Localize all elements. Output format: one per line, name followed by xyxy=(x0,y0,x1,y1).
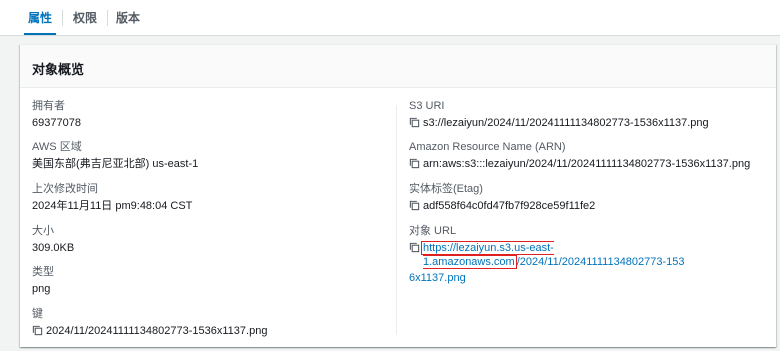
owner-value: 69377078 xyxy=(32,117,81,129)
copy-icon[interactable] xyxy=(409,242,420,253)
copy-icon[interactable] xyxy=(409,158,420,169)
column-divider xyxy=(396,105,397,335)
region-field: AWS 区域 美国东部(弗吉尼亚北部) us-east-1 xyxy=(32,140,198,171)
region-value: 美国东部(弗吉尼亚北部) us-east-1 xyxy=(32,158,199,170)
type-field: 类型 png xyxy=(32,265,54,296)
s3-uri-value-row: s3://lezaiyun/2024/11/20241111134802773-… xyxy=(409,116,709,130)
size-label: 大小 xyxy=(32,225,54,237)
object-url-row: https://lezaiyun.s3.us-east-1.amazonaws.… xyxy=(409,241,753,269)
tab-permissions[interactable]: 权限 xyxy=(64,0,106,36)
arn-field: Amazon Resource Name (ARN) arn:aws:s3:::… xyxy=(409,140,750,171)
last-modified-value: 2024年11月11日 pm9:48:04 CST xyxy=(32,200,193,212)
object-url-rest-line1: /2024/11/20241111134802773-153 xyxy=(516,256,685,268)
object-overview-panel: 对象概览 拥有者 69377078 AWS 区域 美国东部(弗吉尼亚北部) us… xyxy=(20,44,776,347)
owner-label: 拥有者 xyxy=(32,100,65,112)
tab-divider xyxy=(62,10,63,26)
size-value: 309.0KB xyxy=(32,242,75,254)
copy-icon[interactable] xyxy=(409,200,420,211)
object-url-link-continued[interactable]: 6x1137.png xyxy=(409,272,466,284)
panel-title: 对象概览 xyxy=(32,62,85,77)
object-url-continuation: 6x1137.png xyxy=(409,271,753,285)
object-url-link[interactable]: https://lezaiyun.s3.us-east-1.amazonaws.… xyxy=(421,241,685,269)
object-url-label: 对象 URL xyxy=(409,225,457,237)
arn-label: Amazon Resource Name (ARN) xyxy=(409,141,566,153)
copy-icon[interactable] xyxy=(409,117,420,128)
key-label: 键 xyxy=(32,308,43,320)
last-modified-label: 上次修改时间 xyxy=(32,183,98,195)
tab-bar: 属性 权限 版本 xyxy=(0,0,780,36)
type-label: 类型 xyxy=(32,266,54,278)
s3-uri-field: S3 URI s3://lezaiyun/2024/11/20241111134… xyxy=(409,99,709,130)
etag-value: adf558f64c0fd47fb7f928ce59f11fe2 xyxy=(423,200,596,212)
arn-value: arn:aws:s3:::lezaiyun/2024/11/2024111113… xyxy=(423,158,751,170)
tab-versions[interactable]: 版本 xyxy=(108,0,148,36)
key-value-row: 2024/11/20241111134802773-1536x1137.png xyxy=(32,324,267,338)
last-modified-field: 上次修改时间 2024年11月11日 pm9:48:04 CST xyxy=(32,182,192,213)
size-field: 大小 309.0KB xyxy=(32,224,74,255)
arn-value-row: arn:aws:s3:::lezaiyun/2024/11/2024111113… xyxy=(409,157,750,171)
type-value: png xyxy=(32,283,51,295)
etag-value-row: adf558f64c0fd47fb7f928ce59f11fe2 xyxy=(409,199,595,213)
s3-uri-value: s3://lezaiyun/2024/11/20241111134802773-… xyxy=(423,117,709,129)
etag-field: 实体标签(Etag) adf558f64c0fd47fb7f928ce59f11… xyxy=(409,182,595,213)
tab-bar-underline xyxy=(0,35,780,36)
key-value: 2024/11/20241111134802773-1536x1137.png xyxy=(46,325,268,337)
key-field: 键 2024/11/20241111134802773-1536x1137.pn… xyxy=(32,307,267,338)
owner-field: 拥有者 69377078 xyxy=(32,99,81,130)
panel-header: 对象概览 xyxy=(20,45,776,88)
etag-label: 实体标签(Etag) xyxy=(409,183,483,195)
region-label: AWS 区域 xyxy=(32,141,82,153)
copy-icon[interactable] xyxy=(32,325,43,336)
tab-properties[interactable]: 属性 xyxy=(20,0,60,36)
s3-uri-label: S3 URI xyxy=(409,100,445,112)
object-url-field: 对象 URL https://lezaiyun.s3.us-east-1.ama… xyxy=(409,224,753,285)
